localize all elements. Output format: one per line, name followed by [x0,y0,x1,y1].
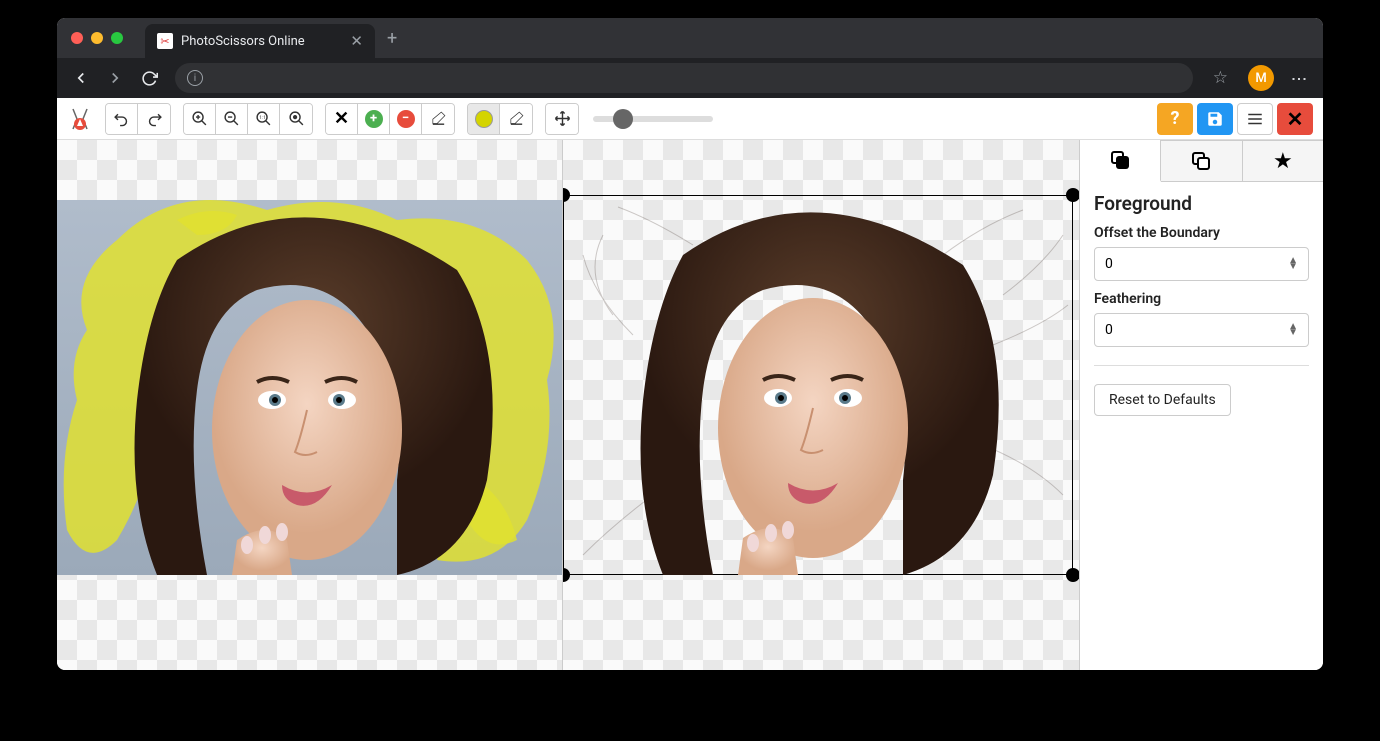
browser-tab[interactable]: ✂ PhotoScissors Online ✕ [145,24,375,58]
brush-size-slider[interactable] [593,116,713,122]
result-canvas[interactable] [563,140,1079,670]
zoom-group: 1:1 [183,103,313,135]
panel-title: Foreground [1094,192,1309,215]
undo-button[interactable] [106,104,138,134]
select-arrows-icon: ▲▼ [1288,324,1298,336]
profile-avatar[interactable]: M [1248,65,1274,91]
marker-group: ✕ + − [325,103,455,135]
new-tab-button[interactable]: + [387,28,397,49]
clear-marks-button[interactable]: ✕ [326,104,358,134]
hair-eraser-button[interactable] [500,104,532,134]
source-canvas[interactable] [57,140,563,670]
titlebar: ✂ PhotoScissors Online ✕ + [57,18,1323,58]
app-menu-button[interactable] [1237,103,1273,135]
offset-value: 0 [1105,256,1113,272]
divider [1094,365,1309,366]
panel-tabs: ★ [1080,140,1323,182]
reload-button[interactable] [135,64,163,92]
minimize-window-button[interactable] [91,32,103,44]
properties-panel: ★ Foreground Offset the Boundary 0 ▲▼ Fe… [1079,140,1323,670]
back-button[interactable] [67,64,95,92]
feathering-value: 0 [1105,322,1113,338]
tab-title: PhotoScissors Online [181,34,342,49]
svg-text:1:1: 1:1 [259,115,266,121]
cutout-illustration [563,195,1073,575]
tab-foreground[interactable] [1080,140,1161,182]
window-controls [71,32,123,44]
clear-project-button[interactable]: ✕ [1277,103,1313,135]
tab-favorites[interactable]: ★ [1243,140,1323,181]
browser-navbar: i ☆ M ⋮ [57,58,1323,98]
feathering-select[interactable]: 0 ▲▼ [1094,313,1309,347]
slider-thumb[interactable] [613,109,633,129]
redo-button[interactable] [138,104,170,134]
hair-marker-button[interactable] [468,104,500,134]
eraser-button[interactable] [422,104,454,134]
move-button[interactable] [546,104,578,134]
undo-redo-group [105,103,171,135]
panel-body: Foreground Offset the Boundary 0 ▲▼ Feat… [1080,182,1323,426]
zoom-actual-button[interactable]: 1:1 [248,104,280,134]
offset-label: Offset the Boundary [1094,225,1309,241]
background-marker-button[interactable]: − [390,104,422,134]
face-illustration [57,200,563,575]
maximize-window-button[interactable] [111,32,123,44]
help-button[interactable]: ? [1157,103,1193,135]
tab-background[interactable] [1161,140,1242,181]
result-image [563,195,1073,575]
app-logo [67,106,93,132]
star-icon: ★ [1273,149,1293,174]
zoom-fit-button[interactable] [280,104,312,134]
bookmark-button[interactable]: ☆ [1213,68,1228,88]
tab-favicon: ✂ [157,33,173,49]
move-group [545,103,579,135]
app-toolbar: 1:1 ✕ + − ? [57,98,1323,140]
save-button[interactable] [1197,103,1233,135]
layers-filled-icon [1111,151,1129,169]
close-window-button[interactable] [71,32,83,44]
reset-defaults-button[interactable]: Reset to Defaults [1094,384,1231,416]
feathering-label: Feathering [1094,291,1309,307]
hair-group [467,103,533,135]
browser-window: ✂ PhotoScissors Online ✕ + i ☆ M ⋮ [57,18,1323,670]
layers-outline-icon [1192,152,1210,170]
foreground-marker-button[interactable]: + [358,104,390,134]
forward-button[interactable] [101,64,129,92]
select-arrows-icon: ▲▼ [1288,258,1298,270]
browser-menu-button[interactable]: ⋮ [1290,71,1309,86]
tab-close-icon[interactable]: ✕ [350,32,363,50]
site-info-icon[interactable]: i [187,70,203,86]
source-image [57,200,563,575]
zoom-in-button[interactable] [184,104,216,134]
main-area: ★ Foreground Offset the Boundary 0 ▲▼ Fe… [57,140,1323,670]
offset-select[interactable]: 0 ▲▼ [1094,247,1309,281]
address-bar[interactable]: i [175,63,1193,93]
zoom-out-button[interactable] [216,104,248,134]
